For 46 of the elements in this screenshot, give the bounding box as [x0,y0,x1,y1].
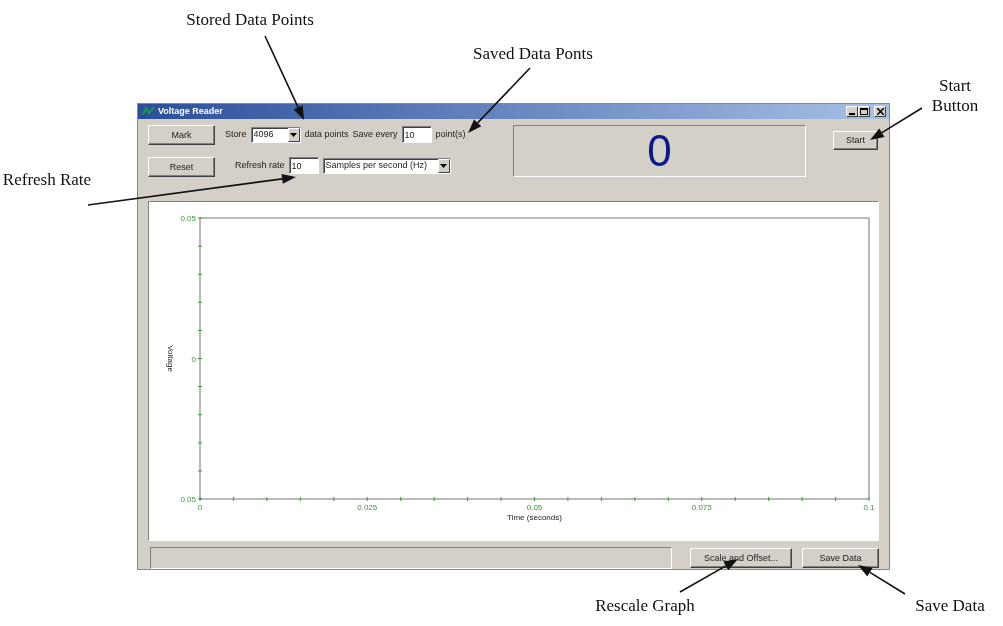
x-tick-label: 0.1 [863,503,875,512]
callout-arrow [468,67,531,133]
field-label: Refresh rate [235,158,285,172]
callout-label: Saved Data Ponts [472,44,594,64]
dropdown-button[interactable] [437,158,450,173]
save-data-button[interactable]: Save Data [802,548,879,568]
callout-label: Stored Data Points [185,10,315,30]
maximize-icon [860,108,868,116]
callout-arrow [870,107,923,140]
window-title: Voltage Reader [158,104,223,118]
y-axis-title: Voltage [166,345,175,372]
field-label: Store [225,127,247,141]
maximize-button[interactable] [858,106,870,118]
dropdown-button[interactable] [287,127,300,142]
close-icon [876,108,884,116]
callout-label: Save Data [914,596,986,616]
x-axis-title: Time (seconds) [507,513,562,522]
x-tick-label: 0 [197,503,203,512]
refresh-rate-field[interactable]: 10 [288,157,319,175]
reset-button[interactable]: Reset [148,157,215,178]
mark-button[interactable]: Mark [148,125,215,146]
rate-unit-dropdown[interactable]: Samples per second (Hz) [322,157,451,174]
save-every-field[interactable]: 10 [401,126,432,144]
start-button[interactable]: Start [833,131,878,151]
close-button[interactable] [874,106,886,118]
caret-icon [440,163,448,168]
callout-label: Rescale Graph [594,596,696,616]
y-tick-label: 0 [191,354,196,364]
minimize-button[interactable] [846,106,858,118]
callout-label: Start Button [930,76,980,116]
callout-arrow [858,565,906,595]
x-tick-label: 0.075 [691,503,712,512]
y-tick-label: 0.05 [180,214,196,223]
scale-offset-button[interactable]: Scale and Offset... [690,548,792,568]
callout-label: Refresh Rate [2,170,92,190]
caret-icon [290,132,297,137]
field-label: data points [304,127,349,141]
value-readout: 0 [647,129,672,174]
app-icon [141,105,155,118]
field-label: point(s) [435,127,466,141]
field-label: Save every [352,127,398,141]
store-dropdown[interactable]: 4096 [250,126,301,143]
x-tick-label: 0.05 [526,503,543,512]
x-tick-label: 0.025 [357,503,378,512]
callout-arrow [679,559,738,593]
y-tick-label: 0.05 [180,495,196,504]
